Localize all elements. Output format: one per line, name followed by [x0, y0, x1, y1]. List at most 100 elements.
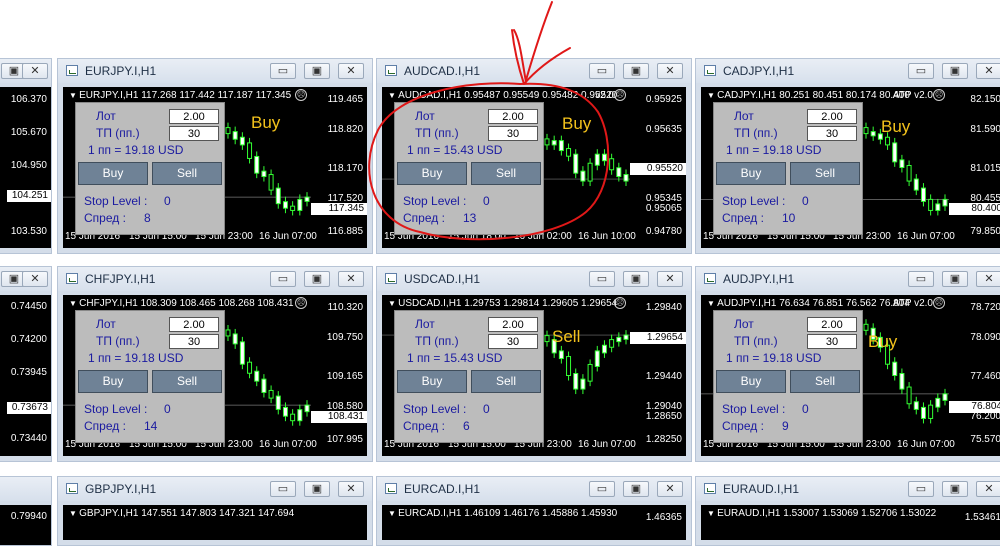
chart-area[interactable]: EURJPY.I,H1 117.268 117.442 117.187 117.…: [63, 87, 367, 248]
restore-button[interactable]: ▣: [942, 271, 968, 287]
window-titlebar[interactable]: GBPJPY.I,H1 ▭ ▣ ✕: [58, 477, 372, 501]
chart-area[interactable]: AUDCAD.I,H1 0.95487 0.95549 0.95482 0.95…: [382, 87, 686, 248]
current-price-label: 104.251: [7, 190, 51, 202]
candle-body: [239, 341, 245, 365]
restore-button[interactable]: ▣: [942, 481, 968, 497]
lot-input[interactable]: 2.00: [169, 317, 219, 332]
buy-button[interactable]: Buy: [397, 162, 467, 185]
close-button[interactable]: ✕: [22, 63, 48, 79]
restore-button[interactable]: ▣: [623, 271, 649, 287]
sell-button[interactable]: Sell: [471, 162, 541, 185]
minimize-button[interactable]: ▭: [908, 481, 934, 497]
restore-button[interactable]: ▣: [623, 481, 649, 497]
window-titlebar[interactable]: EURJPY.I,H1 ▭ ▣ ✕: [58, 59, 372, 83]
chart-area[interactable]: EURAUD.I,H1 1.53007 1.53069 1.52706 1.53…: [701, 505, 1000, 540]
minimize-button[interactable]: ▭: [908, 271, 934, 287]
minimize-button[interactable]: ▭: [270, 63, 296, 79]
window-titlebar[interactable]: USDCAD.I,H1 ▭ ▣ ✕: [377, 267, 691, 291]
candle-body: [247, 142, 253, 159]
chart-area[interactable]: 0.74450 0.74200 0.73945 0.73673 0.73440: [0, 295, 51, 456]
restore-button[interactable]: ▣: [942, 63, 968, 79]
close-button[interactable]: ✕: [976, 481, 1000, 497]
tp-label: ТП (пп.): [734, 126, 778, 140]
tp-input[interactable]: 30: [807, 126, 857, 141]
chart-area[interactable]: 0.79940: [0, 505, 51, 545]
window-titlebar[interactable]: CHFJPY.I,H1 ▭ ▣ ✕: [58, 267, 372, 291]
tp-label: ТП (пп.): [96, 334, 140, 348]
restore-button[interactable]: ▣: [304, 271, 330, 287]
chart-area[interactable]: CADJPY.I,H1 80.251 80.451 80.174 80.400A…: [701, 87, 1000, 248]
close-button[interactable]: ✕: [976, 271, 1000, 287]
chart-area[interactable]: GBPJPY.I,H1 147.551 147.803 147.321 147.…: [63, 505, 367, 540]
tp-input[interactable]: 30: [488, 334, 538, 349]
sell-button[interactable]: Sell: [152, 162, 222, 185]
restore-button[interactable]: ▣: [304, 481, 330, 497]
tp-input[interactable]: 30: [807, 334, 857, 349]
close-button[interactable]: ✕: [22, 271, 48, 287]
chart-area[interactable]: 106.370 105.670 104.950 104.251 103.530: [0, 87, 51, 248]
lot-label: Лот: [96, 317, 116, 331]
minimize-button[interactable]: ▭: [589, 481, 615, 497]
tp-input[interactable]: 30: [169, 334, 219, 349]
y-tick-label: 78.720: [970, 302, 1000, 313]
candle-body: [297, 198, 303, 211]
window-titlebar[interactable]: AUDCAD.I,H1 ▭ ▣ ✕: [377, 59, 691, 83]
buy-button[interactable]: Buy: [716, 370, 786, 393]
window-title: EURCAD.I,H1: [404, 482, 481, 496]
candle-body: [254, 155, 260, 174]
lot-input[interactable]: 2.00: [169, 109, 219, 124]
close-button[interactable]: ✕: [338, 481, 364, 497]
window-titlebar[interactable]: CADJPY.I,H1 ▭ ▣ ✕: [696, 59, 1000, 83]
window-titlebar[interactable]: EURCAD.I,H1 ▭ ▣ ✕: [377, 477, 691, 501]
restore-button[interactable]: ▣: [304, 63, 330, 79]
current-price-label: 80.400: [949, 203, 1000, 215]
minimize-button[interactable]: ▭: [589, 271, 615, 287]
trade-signal-text: Buy: [562, 114, 592, 133]
chart-window-5: AUDJPY.I,H1 ▭ ▣ ✕ AUDJPY.I,H1 76.634 76.851 …: [695, 266, 1000, 462]
restore-button[interactable]: ▣: [623, 63, 649, 79]
close-button[interactable]: ✕: [976, 63, 1000, 79]
chart-area[interactable]: CHFJPY.I,H1 108.309 108.465 108.268 108.…: [63, 295, 367, 456]
lot-input[interactable]: 2.00: [807, 317, 857, 332]
window-titlebar[interactable]: EURAUD.I,H1 ▭ ▣ ✕: [696, 477, 1000, 501]
candle-body: [268, 389, 274, 399]
sell-button[interactable]: Sell: [471, 370, 541, 393]
sell-button[interactable]: Sell: [790, 162, 860, 185]
close-button[interactable]: ✕: [657, 271, 683, 287]
buy-button[interactable]: Buy: [78, 162, 148, 185]
candle-body: [254, 370, 260, 382]
tp-input[interactable]: 30: [169, 126, 219, 141]
sell-button[interactable]: Sell: [790, 370, 860, 393]
window-titlebar[interactable]: AUDJPY.I,H1 ▭ ▣ ✕: [696, 267, 1000, 291]
chart-area[interactable]: AUDJPY.I,H1 76.634 76.851 76.562 76.804A…: [701, 295, 1000, 456]
y-tick-label: 75.570: [970, 434, 1000, 445]
close-button[interactable]: ✕: [657, 63, 683, 79]
lot-input[interactable]: 2.00: [488, 109, 538, 124]
y-tick-label: 76.200: [970, 411, 1000, 422]
price-axis: 0.95925 0.95635 0.95520 0.95345 0.95065 0.947…: [628, 87, 686, 248]
minimize-button[interactable]: ▭: [589, 63, 615, 79]
current-price-label: 108.431: [311, 411, 367, 423]
chart-area[interactable]: USDCAD.I,H1 1.29753 1.29814 1.29605 1.29…: [382, 295, 686, 456]
sell-button[interactable]: Sell: [152, 370, 222, 393]
tp-label: ТП (пп.): [415, 334, 459, 348]
minimize-button[interactable]: ▭: [270, 271, 296, 287]
lot-input[interactable]: 2.00: [488, 317, 538, 332]
tp-input[interactable]: 30: [488, 126, 538, 141]
candle-body: [232, 131, 238, 140]
buy-button[interactable]: Buy: [397, 370, 467, 393]
y-tick-label: 109.165: [326, 371, 363, 382]
buy-button[interactable]: Buy: [78, 370, 148, 393]
minimize-button[interactable]: ▭: [270, 481, 296, 497]
lot-input[interactable]: 2.00: [807, 109, 857, 124]
spread-label: Спред :: [403, 211, 445, 225]
buy-button[interactable]: Buy: [716, 162, 786, 185]
window-title: CHFJPY.I,H1: [85, 272, 156, 286]
close-button[interactable]: ✕: [338, 271, 364, 287]
close-button[interactable]: ✕: [657, 481, 683, 497]
minimize-button[interactable]: ▭: [908, 63, 934, 79]
close-button[interactable]: ✕: [338, 63, 364, 79]
chart-area[interactable]: EURCAD.I,H1 1.46109 1.46176 1.45886 1.45…: [382, 505, 686, 540]
candle-body: [899, 373, 905, 390]
candle-body: [232, 333, 238, 345]
